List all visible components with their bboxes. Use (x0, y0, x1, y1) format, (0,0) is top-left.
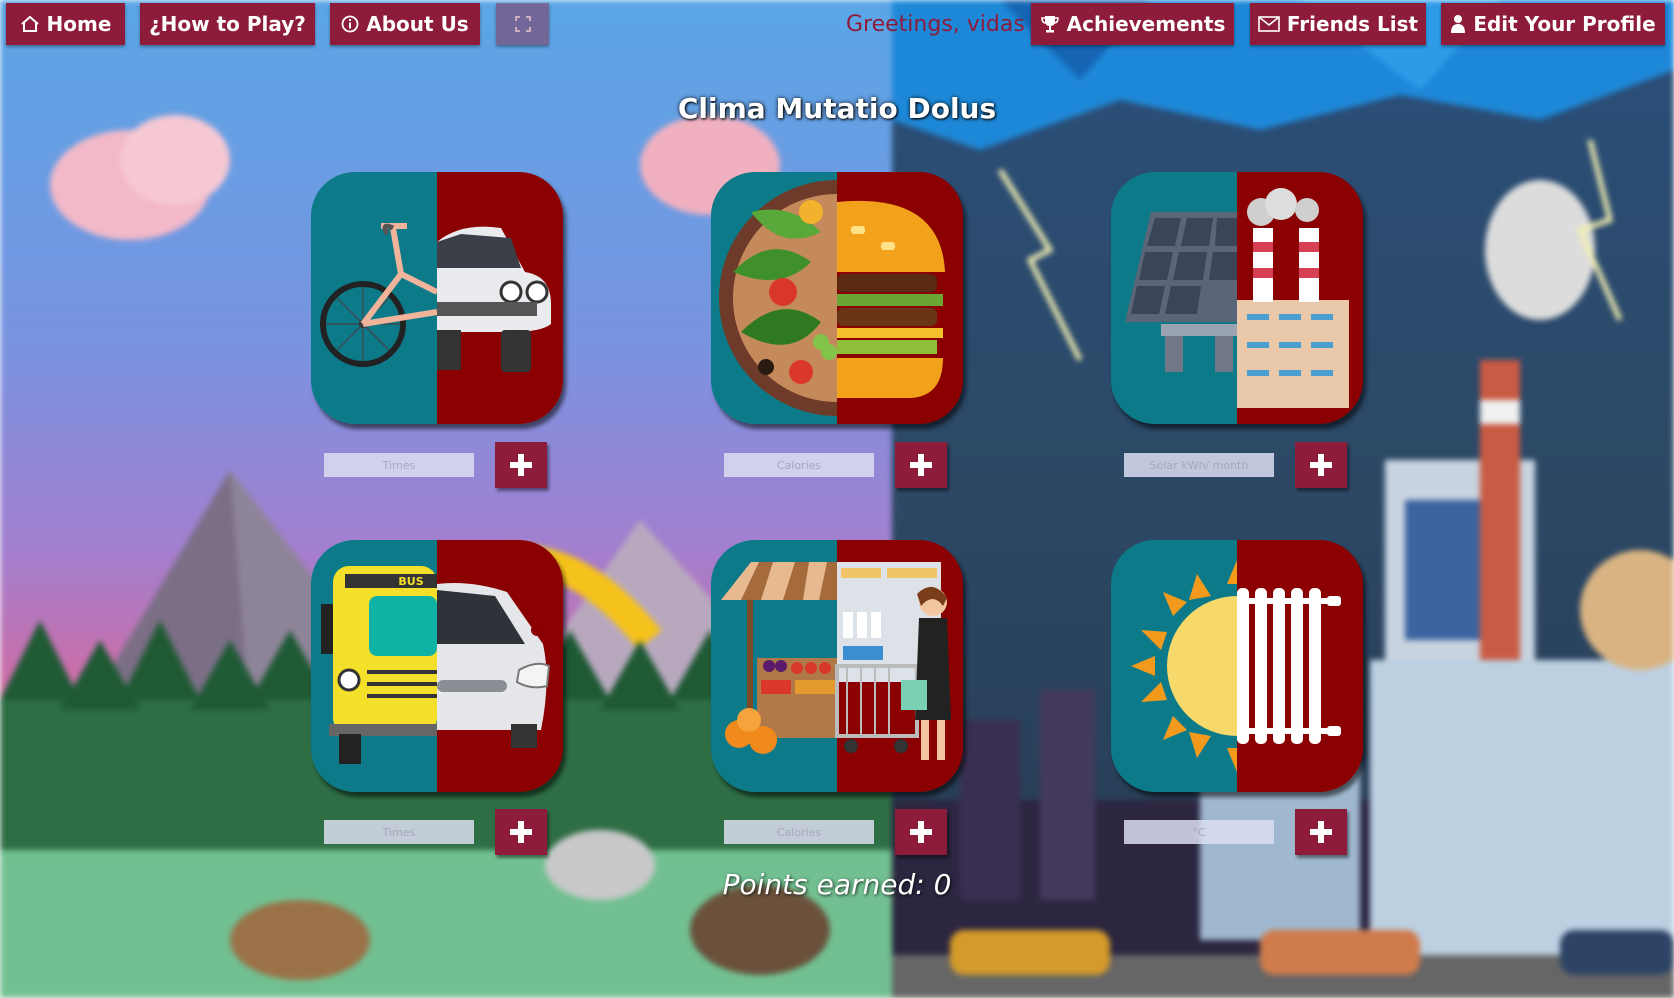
card-sun-vs-heater-input[interactable] (1124, 820, 1274, 844)
achievements-label: Achievements (1066, 12, 1226, 36)
edit-profile-label: Edit Your Profile (1473, 12, 1656, 36)
plus-icon (1310, 454, 1332, 476)
card-salad-vs-burger-input[interactable] (724, 453, 874, 477)
card-market-vs-supermarket-add-button[interactable] (895, 809, 947, 855)
edit-profile-button[interactable]: Edit Your Profile (1441, 3, 1665, 45)
background-scene (0, 0, 1674, 998)
sun-radiator-icon (1111, 540, 1363, 792)
card-salad-vs-burger-add-button[interactable] (895, 442, 947, 488)
friends-list-button[interactable]: Friends List (1250, 3, 1426, 45)
points-value: 0 (933, 868, 952, 901)
plus-icon (910, 454, 932, 476)
card-bike-vs-car-input[interactable] (324, 453, 474, 477)
card-sun-vs-heater[interactable] (1111, 540, 1363, 792)
market-supermarket-icon (711, 540, 963, 792)
card-market-vs-supermarket[interactable] (711, 540, 963, 792)
solar-factory-icon (1111, 172, 1363, 424)
plus-icon (510, 821, 532, 843)
svg-text:BUS: BUS (398, 575, 423, 588)
plus-icon (910, 821, 932, 843)
card-solar-vs-factory-input[interactable] (1124, 453, 1274, 477)
bike-car-icon (311, 172, 563, 424)
card-bike-vs-car[interactable] (311, 172, 563, 424)
card-solar-vs-factory-add-button[interactable] (1295, 442, 1347, 488)
card-bus-vs-car-add-button[interactable] (495, 809, 547, 855)
how-to-play-button[interactable]: ¿How to Play? (140, 3, 315, 45)
card-market-vs-supermarket-input[interactable] (724, 820, 874, 844)
home-button[interactable]: Home (6, 3, 125, 45)
points-display: Points earned: 0 (0, 868, 1674, 901)
plus-icon (510, 454, 532, 476)
info-icon (341, 15, 359, 33)
card-bus-vs-car[interactable]: BUS (311, 540, 563, 792)
fullscreen-icon (514, 15, 532, 33)
bus-car-icon: BUS (311, 540, 563, 792)
card-sun-vs-heater-add-button[interactable] (1295, 809, 1347, 855)
about-us-button[interactable]: About Us (330, 3, 480, 45)
user-icon (1450, 14, 1466, 34)
game-title: Clima Mutatio Dolus (677, 92, 997, 125)
card-bike-vs-car-add-button[interactable] (495, 442, 547, 488)
fullscreen-button[interactable] (496, 3, 549, 45)
achievements-button[interactable]: Achievements (1031, 3, 1234, 45)
home-label: Home (46, 12, 112, 36)
salad-burger-icon (711, 172, 963, 424)
greeting-text: Greetings, vidas (846, 12, 1025, 37)
points-label: Points earned: (722, 868, 925, 901)
friends-list-label: Friends List (1286, 12, 1419, 36)
card-solar-vs-factory[interactable] (1111, 172, 1363, 424)
card-bus-vs-car-input[interactable] (324, 820, 474, 844)
trophy-icon (1040, 14, 1060, 34)
how-to-play-label: ¿How to Play? (149, 12, 306, 36)
about-us-label: About Us (366, 12, 469, 36)
home-icon (20, 14, 40, 34)
card-salad-vs-burger[interactable] (711, 172, 963, 424)
envelope-icon (1258, 16, 1280, 32)
plus-icon (1310, 821, 1332, 843)
